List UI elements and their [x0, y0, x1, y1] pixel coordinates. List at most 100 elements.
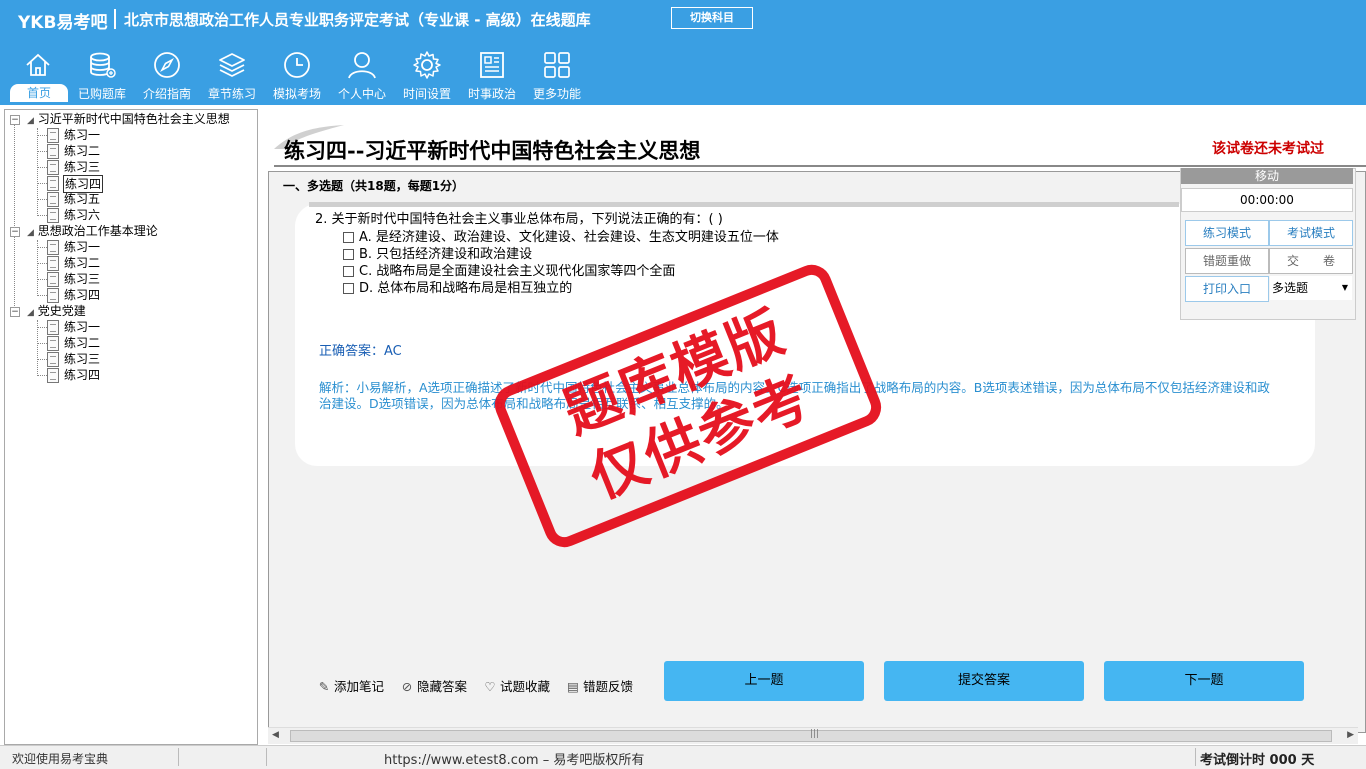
news-icon — [480, 52, 504, 78]
document-icon — [47, 272, 59, 287]
favorite-tool[interactable]: ♡ 试题收藏 — [484, 676, 550, 695]
next-question-button[interactable]: 下一题 — [1104, 661, 1304, 701]
exam-mode-button[interactable]: 考试模式 — [1269, 220, 1353, 246]
tree-collapse-toggle[interactable]: − — [10, 227, 20, 237]
checkbox[interactable] — [343, 249, 354, 260]
tree-line — [37, 320, 38, 376]
switch-subject-button[interactable]: 切换科目 — [671, 7, 753, 29]
triangle-icon: ◢ — [27, 228, 34, 238]
scrollbar-thumb[interactable]: ||| — [290, 729, 1332, 742]
nav-label: 时间设置 — [402, 87, 451, 101]
nav-current-affairs[interactable]: 时事政治 — [460, 46, 524, 104]
status-divider — [178, 748, 179, 766]
answer-label: 正确答案： — [319, 344, 385, 359]
checkbox[interactable] — [343, 283, 354, 294]
tree-line — [37, 199, 47, 200]
logo-divider — [114, 9, 116, 29]
tree-line — [37, 343, 47, 344]
checkbox[interactable] — [343, 266, 354, 277]
exam-title: 练习四--习近平新时代中国特色社会主义思想 — [284, 138, 701, 163]
option-text: D. 总体布局和战略布局是相互独立的 — [359, 281, 573, 296]
nav-purchased[interactable]: 已购题库 — [70, 46, 134, 104]
scroll-right-arrow-icon[interactable]: ▶ — [1347, 730, 1354, 740]
checkbox[interactable] — [343, 232, 354, 243]
tree-item[interactable]: 练习二 — [64, 335, 100, 351]
scroll-left-arrow-icon[interactable]: ◀ — [272, 730, 279, 740]
tree-collapse-toggle[interactable]: − — [10, 307, 20, 317]
tree-line — [37, 183, 47, 184]
tree-group-xi-thought[interactable]: ◢ 习近平新时代中国特色社会主义思想 — [27, 111, 230, 127]
document-icon — [47, 160, 59, 175]
tree-item[interactable]: 练习四 — [64, 287, 100, 303]
tree-line — [37, 151, 47, 152]
tree-item[interactable]: 练习三 — [64, 351, 100, 367]
redo-wrong-button[interactable]: 错题重做 — [1185, 248, 1269, 274]
answer-value: AC — [384, 344, 402, 359]
eye-slash-icon: ⊘ — [401, 679, 413, 694]
tree-line — [37, 295, 47, 296]
tree-item[interactable]: 练习五 — [64, 191, 100, 207]
gear-icon — [413, 51, 441, 79]
status-bar: 欢迎使用易考宝典 https://www.etest8.com – 易考吧版权所… — [0, 745, 1366, 769]
nav-chapter[interactable]: 章节练习 — [200, 46, 264, 104]
tool-label: 试题收藏 — [500, 679, 551, 694]
tree-group-label: 习近平新时代中国特色社会主义思想 — [37, 112, 230, 126]
tree-item[interactable]: 练习一 — [64, 239, 100, 255]
document-icon — [47, 128, 59, 143]
submit-paper-button[interactable]: 交 卷 — [1269, 248, 1353, 274]
section-header: 一、多选题（共18题，每题1分） — [283, 179, 465, 193]
option-d[interactable]: D. 总体布局和战略布局是相互独立的 — [343, 277, 572, 296]
nav-personal[interactable]: 个人中心 — [330, 46, 394, 104]
document-icon — [47, 352, 59, 367]
tree-group-party-history[interactable]: ◢ 党史党建 — [27, 303, 86, 319]
tree-line — [37, 247, 47, 248]
tree-item[interactable]: 练习四 — [64, 367, 100, 383]
print-entry-button[interactable]: 打印入口 — [1185, 276, 1269, 302]
nav-label: 更多功能 — [532, 87, 581, 101]
tree-line — [14, 120, 15, 312]
document-icon — [47, 176, 59, 191]
tool-label: 添加笔记 — [334, 679, 385, 694]
tree-item[interactable]: 练习二 — [64, 143, 100, 159]
tree-line — [37, 359, 47, 360]
tool-label: 错题反馈 — [583, 679, 634, 694]
nav-label: 章节练习 — [207, 87, 256, 101]
nav-home[interactable]: 首页 — [6, 46, 70, 104]
tree-item[interactable]: 练习三 — [64, 159, 100, 175]
tree-line — [37, 279, 47, 280]
correct-answer: 正确答案：AC — [319, 340, 402, 359]
tree-collapse-toggle[interactable]: − — [10, 115, 20, 125]
practice-mode-button[interactable]: 练习模式 — [1185, 220, 1269, 246]
tree-item[interactable]: 练习一 — [64, 127, 100, 143]
horizontal-scrollbar[interactable]: ◀ ||| ▶ — [268, 727, 1358, 744]
submit-answer-button[interactable]: 提交答案 — [884, 661, 1084, 701]
nav-time-settings[interactable]: 时间设置 — [395, 46, 459, 104]
nav-label: 个人中心 — [337, 87, 386, 101]
question-type-select[interactable]: 多选题 ▼ — [1270, 276, 1352, 300]
tree-item[interactable]: 练习六 — [64, 207, 100, 223]
panel-move-handle[interactable]: 移动 — [1181, 168, 1353, 184]
nav-label: 时事政治 — [467, 87, 516, 101]
tree-line — [37, 263, 47, 264]
add-note-tool[interactable]: ✎ 添加笔记 — [318, 676, 384, 695]
document-icon — [47, 240, 59, 255]
prev-question-button[interactable]: 上一题 — [664, 661, 864, 701]
nav-guide[interactable]: 介绍指南 — [135, 46, 199, 104]
tree-group-theory[interactable]: ◢ 思想政治工作基本理论 — [27, 223, 158, 239]
triangle-icon: ◢ — [27, 116, 34, 126]
status-divider — [266, 748, 267, 766]
hide-answer-tool[interactable]: ⊘ 隐藏答案 — [401, 676, 467, 695]
nav-more[interactable]: 更多功能 — [525, 46, 589, 104]
tree-item[interactable]: 练习一 — [64, 319, 100, 335]
status-divider — [1195, 748, 1196, 766]
question-type-value: 多选题 — [1272, 281, 1309, 295]
document-icon — [47, 208, 59, 223]
nav-mock-exam[interactable]: 模拟考场 — [265, 46, 329, 104]
home-icon — [26, 53, 50, 76]
tool-label: 隐藏答案 — [417, 679, 468, 694]
feedback-tool[interactable]: ▤ 错题反馈 — [567, 676, 633, 695]
chapter-tree[interactable]: − ◢ 习近平新时代中国特色社会主义思想 练习一 练习二 练习三 练习四 练习五… — [4, 109, 258, 745]
pencil-icon: ✎ — [318, 679, 330, 694]
tree-item[interactable]: 练习二 — [64, 255, 100, 271]
tree-item[interactable]: 练习三 — [64, 271, 100, 287]
